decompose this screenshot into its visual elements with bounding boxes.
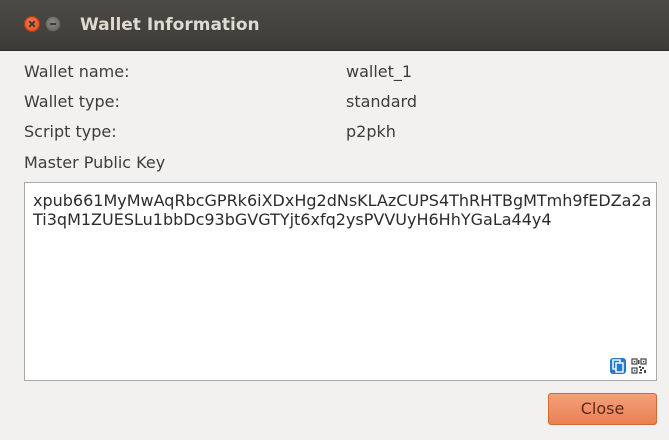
- master-public-key-textbox[interactable]: xpub661MyMwAqRbcGPRk6iXDxHg2dNsKLAzCUPS4…: [24, 182, 657, 381]
- copy-icon[interactable]: [610, 358, 626, 374]
- window-minimize-icon[interactable]: [45, 16, 61, 32]
- title-bar[interactable]: Wallet Information: [0, 0, 669, 51]
- wallet-type-value: standard: [346, 92, 417, 111]
- script-type-value: p2pkh: [346, 122, 396, 141]
- wallet-name-label: Wallet name:: [24, 62, 130, 81]
- wallet-name-value: wallet_1: [346, 62, 413, 81]
- script-type-label: Script type:: [24, 122, 117, 141]
- qr-code-icon[interactable]: [631, 358, 647, 374]
- master-public-key-text[interactable]: xpub661MyMwAqRbcGPRk6iXDxHg2dNsKLAzCUPS4…: [33, 191, 653, 229]
- master-public-key-label: Master Public Key: [24, 153, 166, 172]
- window-close-icon[interactable]: [24, 16, 40, 32]
- close-button[interactable]: Close: [548, 393, 657, 425]
- wallet-information-dialog: Wallet Information Wallet name: wallet_1…: [0, 0, 669, 440]
- wallet-type-label: Wallet type:: [24, 92, 120, 111]
- window-title: Wallet Information: [80, 15, 260, 35]
